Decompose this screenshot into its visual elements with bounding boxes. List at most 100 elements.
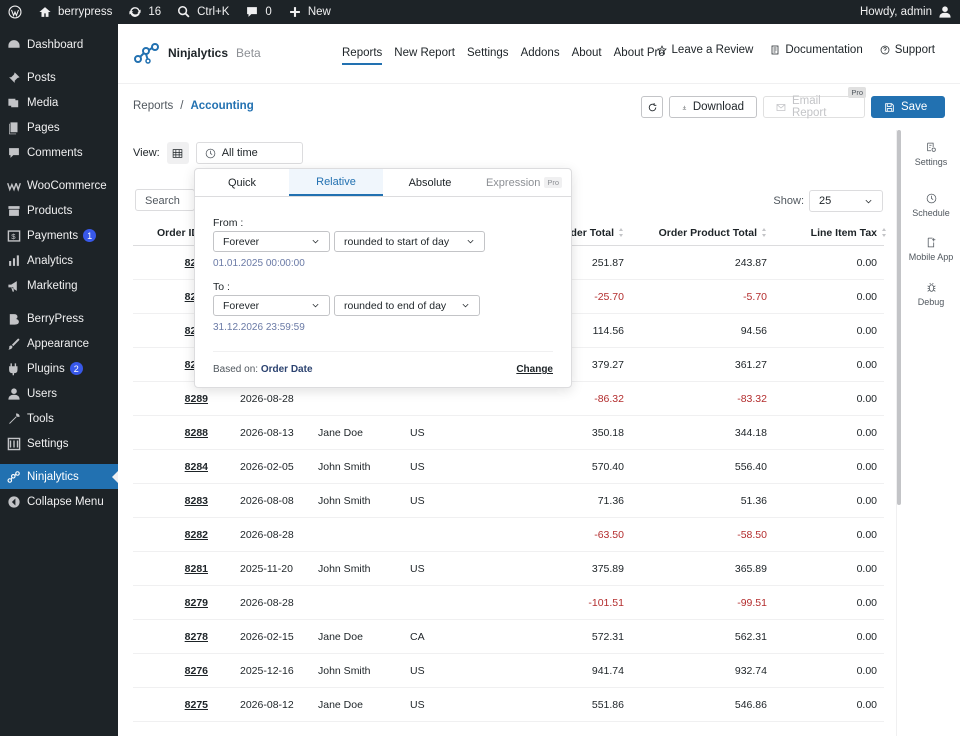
- right-panel: Settings Schedule Mobile App Debug: [896, 130, 960, 736]
- to-rounding-select[interactable]: rounded to end of day: [334, 295, 480, 316]
- menu-woocommerce[interactable]: WooCommerce: [0, 173, 118, 198]
- leave-review-link[interactable]: Leave a Review: [656, 44, 754, 56]
- view-row: View: All time: [133, 142, 303, 164]
- nav-reports[interactable]: Reports: [336, 24, 388, 84]
- nav-addons[interactable]: Addons: [515, 24, 566, 84]
- comment-icon: [247, 7, 258, 17]
- from-date-preview: 01.01.2025 00:00:00: [213, 258, 305, 269]
- tab-expression[interactable]: Expression Pro: [477, 169, 571, 196]
- header-product-total[interactable]: Order Product Total: [653, 220, 767, 245]
- order-product-total: 243.87: [734, 256, 767, 269]
- to-rounding-value: rounded to end of day: [344, 299, 447, 312]
- comments-link[interactable]: 0: [237, 0, 279, 24]
- order-id-link[interactable]: 8288: [133, 416, 208, 449]
- menu-plugins[interactable]: Plugins 2: [0, 356, 118, 381]
- brush-icon: [7, 337, 21, 351]
- breadcrumb-root[interactable]: Reports: [133, 100, 173, 112]
- nav-label: New Report: [394, 47, 455, 59]
- order-id-link[interactable]: 8276: [133, 654, 208, 687]
- order-id-link[interactable]: 8281: [133, 552, 208, 585]
- updates-link[interactable]: 16: [120, 0, 169, 24]
- nav-settings[interactable]: Settings: [461, 24, 515, 84]
- menu-ninjalytics[interactable]: Ninjalytics: [0, 464, 118, 489]
- menu-appearance[interactable]: Appearance: [0, 331, 118, 356]
- order-date: 2025-12-16: [240, 664, 294, 677]
- from-rounding-value: rounded to start of day: [344, 235, 450, 248]
- nav-about[interactable]: About: [566, 24, 608, 84]
- show-label: Show:: [773, 195, 804, 207]
- to-select[interactable]: Forever: [213, 295, 330, 316]
- link-label: Leave a Review: [671, 44, 754, 56]
- time-range-button[interactable]: All time: [195, 142, 303, 164]
- save-button[interactable]: Save: [871, 96, 945, 118]
- order-date: 2026-02-05: [240, 460, 294, 473]
- new-content-link[interactable]: New: [280, 0, 339, 24]
- order-total: 572.31: [591, 630, 624, 643]
- from-label: From :: [213, 217, 244, 229]
- search-input[interactable]: Search: [135, 189, 195, 211]
- order-id-link[interactable]: 8284: [133, 450, 208, 483]
- menu-tools[interactable]: Tools: [0, 406, 118, 431]
- dashboard-icon: [7, 38, 21, 52]
- nav-new-report[interactable]: New Report: [388, 24, 461, 84]
- order-id-link[interactable]: 8278: [133, 620, 208, 653]
- plugin-nav: Reports New Report Settings Addons About…: [336, 24, 671, 84]
- tab-quick[interactable]: Quick: [195, 169, 289, 196]
- menu-settings[interactable]: Settings: [0, 431, 118, 456]
- panel-mobile-app-button[interactable]: Mobile App: [901, 237, 960, 262]
- show-select[interactable]: 25: [809, 190, 883, 212]
- chevron-down-icon: [312, 239, 319, 244]
- menu-collapse[interactable]: Collapse Menu: [0, 489, 118, 514]
- download-icon: [682, 105, 687, 109]
- menu-products[interactable]: Products: [0, 198, 118, 223]
- menu-pages[interactable]: Pages: [0, 115, 118, 140]
- clock-icon: [926, 193, 936, 204]
- menu-media[interactable]: Media: [0, 90, 118, 115]
- line-item-tax: 0.00: [856, 256, 877, 269]
- download-button[interactable]: Download: [669, 96, 757, 118]
- order-id-link[interactable]: 8275: [133, 688, 208, 721]
- order-id-link[interactable]: 8283: [133, 484, 208, 517]
- panel-debug-button[interactable]: Debug: [901, 282, 960, 307]
- refresh-button[interactable]: [641, 96, 663, 118]
- panel-schedule-button[interactable]: Schedule: [901, 193, 960, 218]
- panel-settings-button[interactable]: Settings: [901, 142, 960, 167]
- wordpress-logo-icon[interactable]: [0, 0, 30, 24]
- based-on-value: Order Date: [260, 364, 313, 375]
- menu-posts[interactable]: Posts: [0, 65, 118, 90]
- from-select[interactable]: Forever: [213, 231, 330, 252]
- menu-comments[interactable]: Comments: [0, 140, 118, 165]
- documentation-link[interactable]: Documentation: [770, 44, 863, 56]
- search-placeholder: Search: [145, 195, 180, 207]
- comments-count: 0: [265, 6, 272, 18]
- my-account-link[interactable]: Howdy, admin: [852, 0, 960, 24]
- change-button[interactable]: Change: [516, 364, 553, 375]
- table-view-button[interactable]: [166, 142, 189, 164]
- header-line-item-tax[interactable]: Line Item Tax: [793, 220, 887, 245]
- support-link[interactable]: Support: [880, 44, 935, 56]
- menu-analytics[interactable]: Analytics: [0, 248, 118, 273]
- order-id-link[interactable]: 8282: [133, 518, 208, 551]
- order-id-link[interactable]: 8279: [133, 586, 208, 619]
- order-date: 2025-11-20: [240, 562, 293, 575]
- command-search-link[interactable]: Ctrl+K: [169, 0, 237, 24]
- tab-absolute[interactable]: Absolute: [383, 169, 477, 196]
- plugin-brand[interactable]: Ninjalytics Beta: [134, 42, 261, 64]
- scrollbar[interactable]: [897, 130, 901, 505]
- menu-payments[interactable]: $ Payments 1: [0, 223, 118, 248]
- line-item-tax: 0.00: [856, 596, 877, 609]
- site-name-link[interactable]: berrypress: [30, 0, 120, 24]
- menu-berrypress[interactable]: BerryPress: [0, 306, 118, 331]
- order-product-total: -5.70: [743, 290, 767, 303]
- chevron-down-icon: [312, 303, 319, 308]
- new-label: New: [307, 6, 331, 18]
- country: US: [410, 494, 425, 507]
- line-item-tax: 0.00: [856, 528, 877, 541]
- from-rounding-select[interactable]: rounded to start of day: [334, 231, 485, 252]
- menu-label: Pages: [27, 121, 60, 134]
- menu-marketing[interactable]: Marketing: [0, 273, 118, 298]
- menu-users[interactable]: Users: [0, 381, 118, 406]
- email-report-button[interactable]: Email Report Pro: [763, 87, 866, 119]
- menu-dashboard[interactable]: Dashboard: [0, 32, 118, 57]
- tab-relative[interactable]: Relative: [289, 169, 383, 196]
